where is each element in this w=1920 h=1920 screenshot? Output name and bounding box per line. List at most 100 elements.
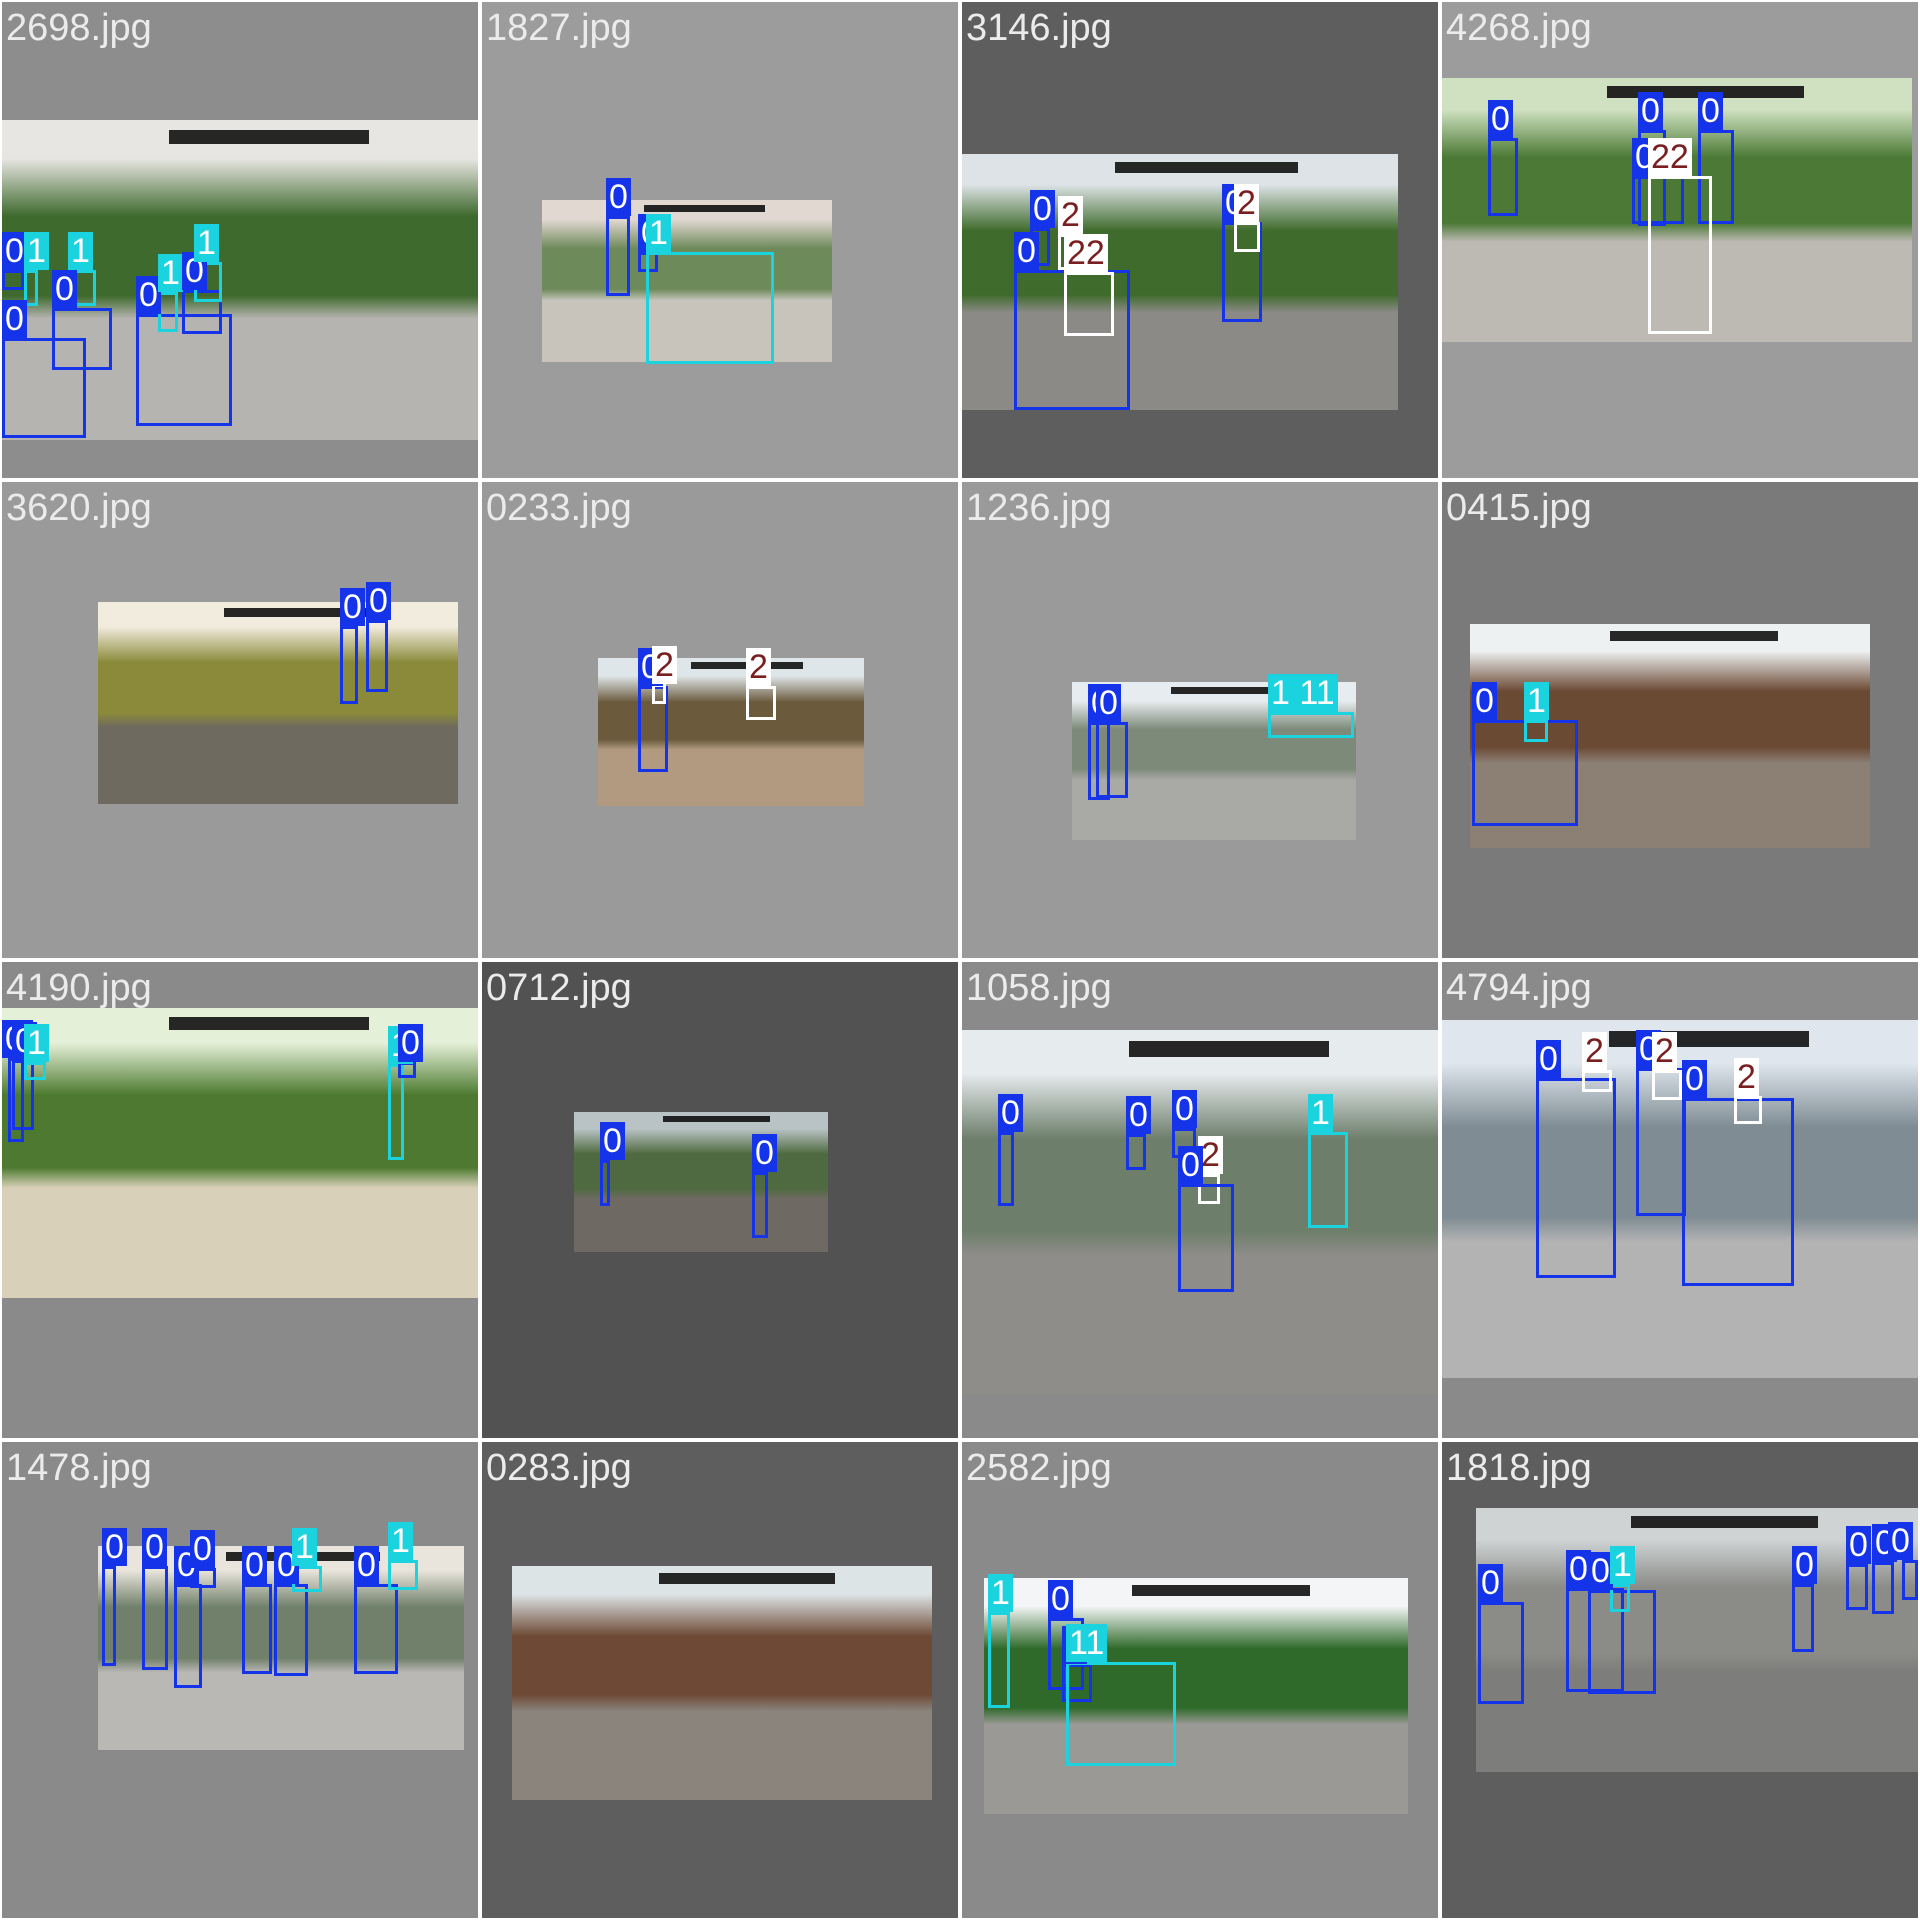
tile-filename: 0712.jpg — [486, 967, 632, 1009]
detection-box-class-2 — [1582, 1070, 1612, 1092]
tile-filename: 3620.jpg — [6, 487, 152, 529]
mosaic-tile: 3146.jpg0202202 — [962, 2, 1438, 478]
detection-box-class-0 — [142, 1566, 168, 1670]
mosaic-tile: 0233.jpg 0 2 2 — [482, 482, 958, 958]
class-label-tag: 1 — [988, 1574, 1013, 1612]
detection-box-class-0 — [354, 1584, 398, 1674]
detection-box-class-0 — [274, 1584, 308, 1676]
detection-box-class-2 — [652, 684, 666, 704]
class-label-tag: 0 — [1638, 92, 1663, 130]
detection-box-class-0 — [340, 626, 358, 704]
detection-box-class-1 — [1524, 720, 1548, 742]
class-label-tag: 0 — [2, 300, 27, 338]
detection-box-class-1 — [1066, 1662, 1176, 1766]
class-label-tag: 1 — [646, 214, 671, 252]
class-label-tag: 0 — [1698, 92, 1723, 130]
detection-box-class-1 — [1268, 712, 1354, 738]
class-label-tag: 22 — [1648, 138, 1692, 176]
detection-box-class-0 — [102, 1566, 116, 1666]
mosaic-tile: 0415.jpg 0 1 — [1442, 482, 1918, 958]
class-label-tag: 2 — [1652, 1032, 1677, 1070]
detection-box-class-1 — [1308, 1132, 1348, 1228]
camera-timestamp-overlay — [1132, 1585, 1311, 1596]
detection-box-class-2 — [746, 686, 776, 720]
tile-filename: 1478.jpg — [6, 1447, 152, 1489]
tile-filename: 1058.jpg — [966, 967, 1112, 1009]
tile-filename: 4268.jpg — [1446, 7, 1592, 49]
tile-filename: 4794.jpg — [1446, 967, 1592, 1009]
class-label-tag: 0 — [1178, 1146, 1203, 1184]
class-label-tag: 0 — [52, 270, 77, 308]
camera-timestamp-overlay — [1114, 161, 1298, 174]
detection-box-class-2 — [1064, 272, 1114, 336]
class-label-tag: 0 — [1126, 1096, 1151, 1134]
camera-timestamp-overlay — [1631, 1515, 1818, 1528]
class-label-tag: 0 — [1014, 232, 1039, 270]
camera-timestamp-overlay — [1610, 630, 1778, 641]
class-label-tag: 0 — [1172, 1090, 1197, 1128]
class-label-tag: 0 — [242, 1546, 267, 1584]
class-label-tag: 0 — [354, 1546, 379, 1584]
detection-box-class-0 — [1478, 1602, 1524, 1704]
class-label-tag: 11 — [1066, 1624, 1108, 1662]
mosaic-tile: 1236.jpg001 11 — [962, 482, 1438, 958]
class-label-tag: 0 — [1888, 1522, 1913, 1560]
class-label-tag: 0 — [102, 1528, 127, 1566]
class-label-tag: 0 — [1472, 682, 1497, 720]
class-label-tag: 0 — [752, 1134, 777, 1172]
class-label-tag: 1 — [158, 254, 183, 292]
class-label-tag: 1 — [24, 1024, 49, 1062]
class-label-tag: 0 — [1536, 1040, 1561, 1078]
class-label-tag: 0 — [1792, 1546, 1817, 1584]
class-label-tag: 1 — [388, 1522, 413, 1560]
camera-timestamp-overlay — [662, 1116, 770, 1123]
class-label-tag: 0 — [1682, 1060, 1707, 1098]
detection-box-class-0 — [1096, 722, 1128, 798]
mosaic-tile: 1827.jpg001 — [482, 2, 958, 478]
detection-box-class-1 — [988, 1612, 1010, 1708]
tile-filename: 0415.jpg — [1446, 487, 1592, 529]
detection-box-class-1 — [24, 1062, 46, 1080]
detection-box-class-2 — [1234, 222, 1260, 252]
mosaic-tile: 1818.jpg 0 0 0 1 0 0 0 0 — [1442, 1442, 1918, 1918]
detection-box-class-0 — [398, 1062, 416, 1078]
detection-box-class-0 — [2, 338, 86, 438]
mosaic-tile: 1478.jpg 0 0 0 0 0 0 1 0 1 — [2, 1442, 478, 1918]
detection-box-class-0 — [1178, 1184, 1234, 1292]
class-label-tag: 1 — [194, 224, 219, 262]
tile-filename: 3146.jpg — [966, 7, 1112, 49]
camera-timestamp-overlay — [1128, 1040, 1329, 1058]
class-label-tag: 1 — [292, 1528, 317, 1566]
detection-box-class-0 — [1536, 1078, 1616, 1278]
class-label-tag: 22 — [1064, 234, 1108, 272]
mosaic-tile: 4268.jpg 0 0 0 0 22 — [1442, 2, 1918, 478]
class-label-tag: 2 — [652, 646, 677, 684]
detection-box-class-1 — [1610, 1584, 1630, 1612]
detection-box-class-1 — [388, 1560, 418, 1590]
class-label-tag: 0 — [190, 1530, 215, 1568]
class-label-tag: 0 — [1488, 100, 1513, 138]
detection-box-class-0 — [752, 1172, 768, 1238]
class-label-tag: 0 — [1846, 1526, 1871, 1564]
street-photo — [512, 1566, 932, 1800]
class-label-tag: 1 — [68, 232, 93, 270]
camera-timestamp-overlay — [659, 1573, 836, 1584]
mosaic-tile: 3620.jpg 0 0 — [2, 482, 478, 958]
detection-box-class-2 — [1652, 1070, 1682, 1100]
detection-box-class-0 — [2, 270, 24, 290]
camera-timestamp-overlay — [168, 129, 369, 144]
detection-box-class-0 — [366, 620, 388, 692]
tile-filename: 0233.jpg — [486, 487, 632, 529]
camera-timestamp-overlay — [168, 1016, 369, 1030]
detection-box-class-1 — [388, 1064, 404, 1160]
tile-filename: 0283.jpg — [486, 1447, 632, 1489]
class-label-tag: 0 — [1478, 1564, 1503, 1602]
mosaic-tile: 0712.jpg 0 0 — [482, 962, 958, 1438]
tile-filename: 1827.jpg — [486, 7, 632, 49]
detection-box-class-0 — [1682, 1098, 1794, 1286]
tile-filename: 2582.jpg — [966, 1447, 1112, 1489]
class-label-tag: 0 — [366, 582, 391, 620]
class-label-tag: 2 — [1734, 1058, 1759, 1096]
mosaic-tile: 2582.jpg10011 — [962, 1442, 1438, 1918]
tile-filename: 4190.jpg — [6, 967, 152, 1009]
